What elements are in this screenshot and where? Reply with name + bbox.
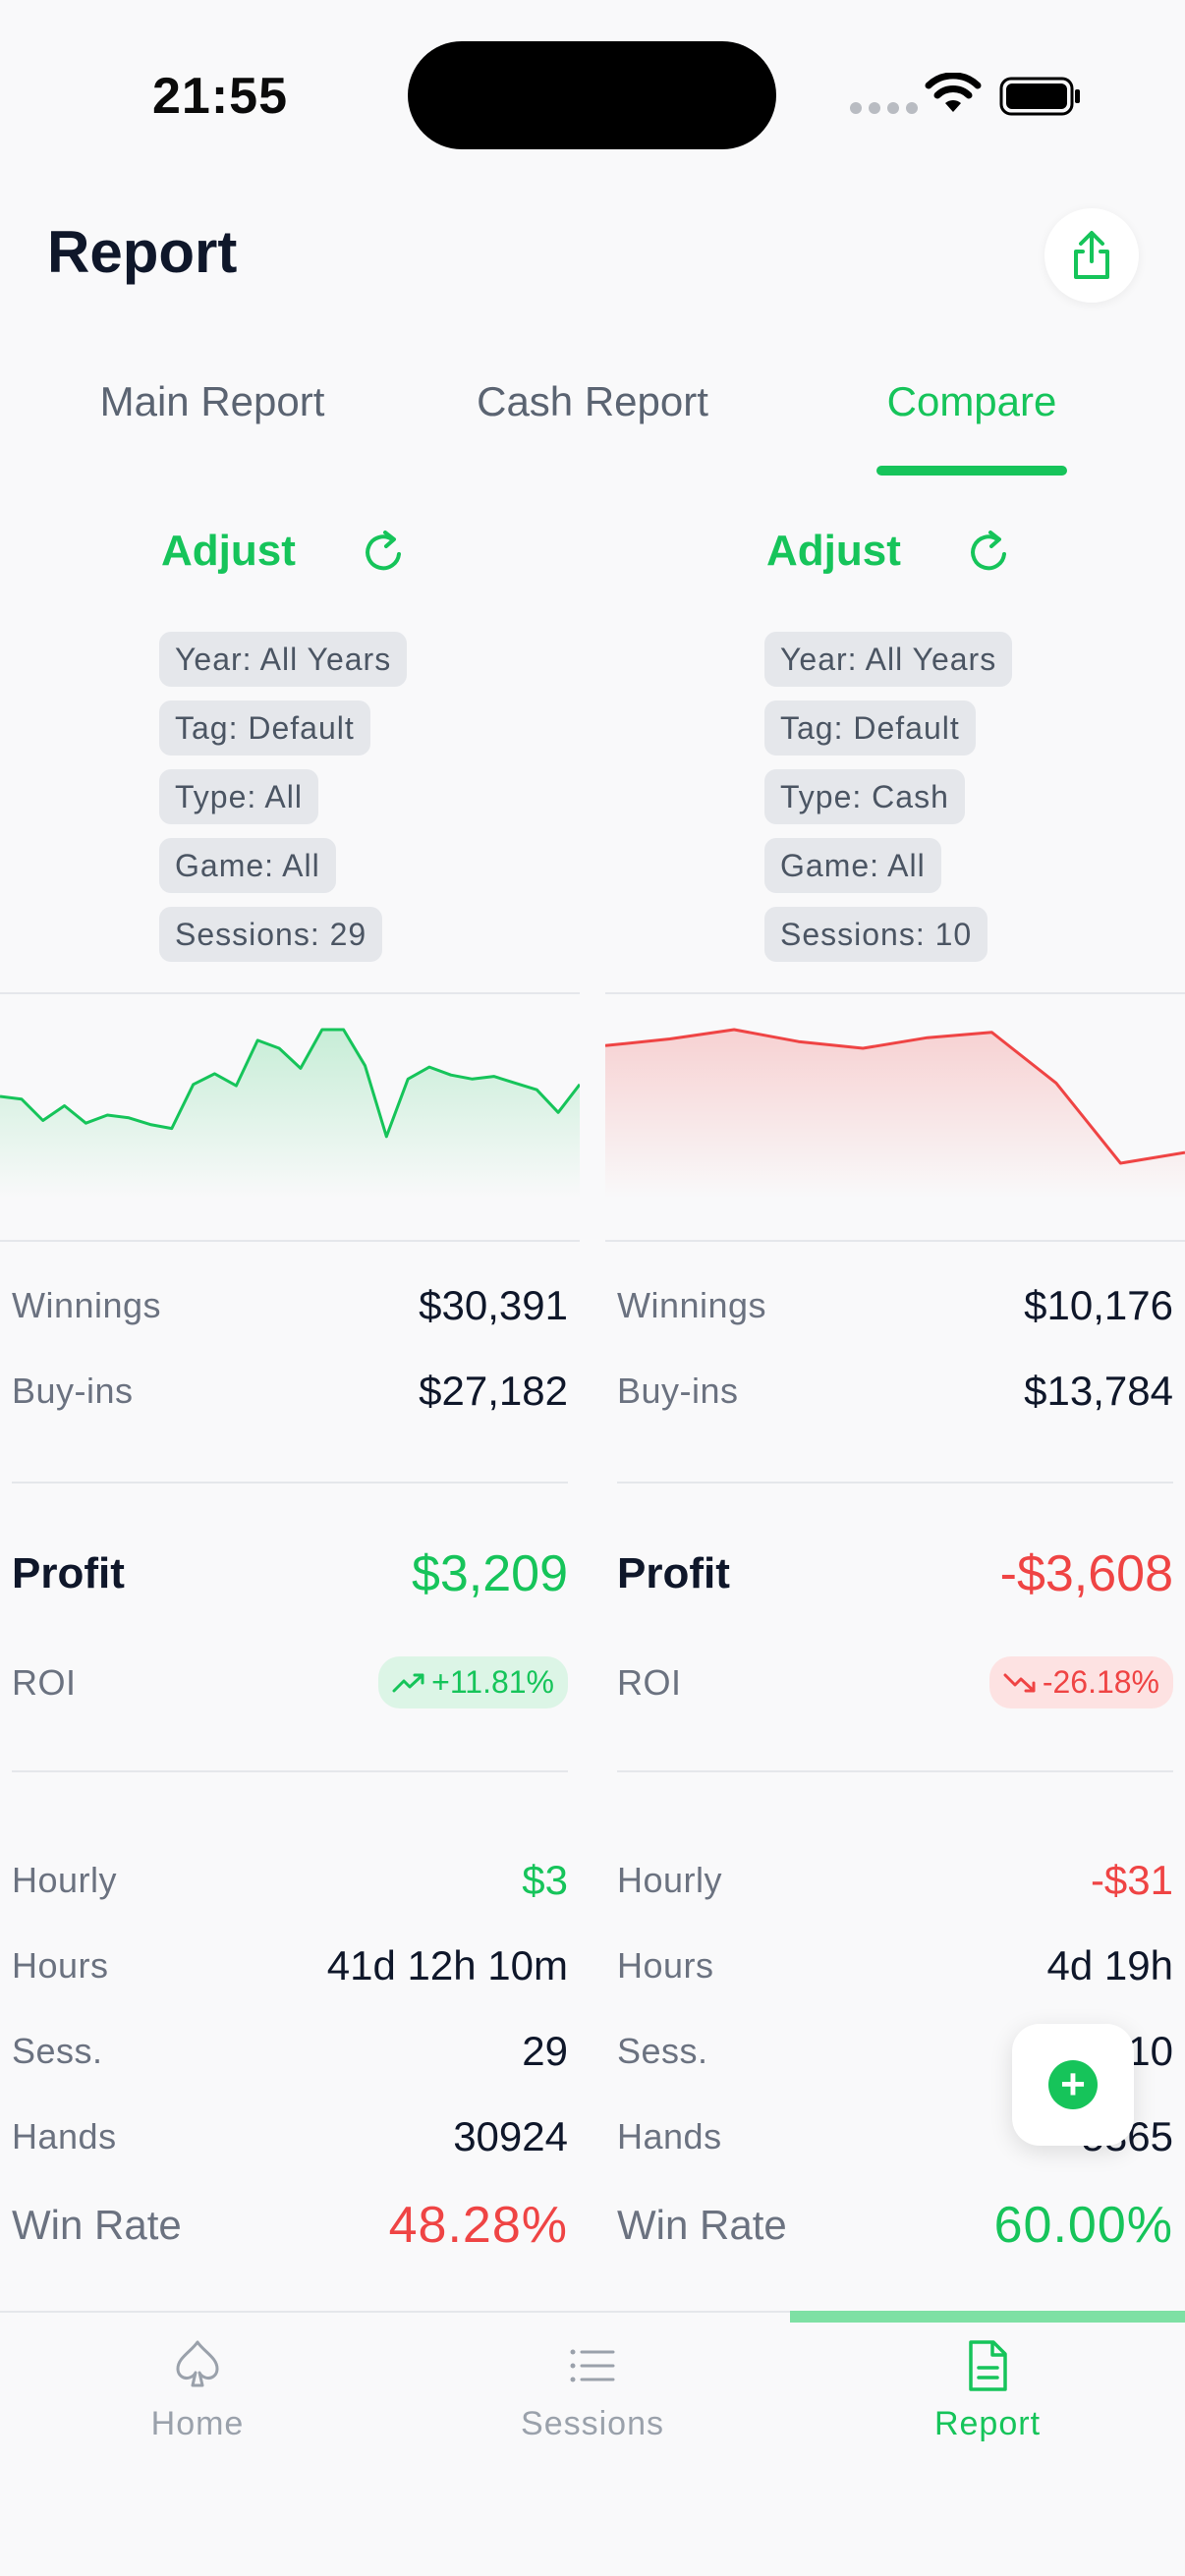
buyins-value: $27,182 (419, 1368, 568, 1414)
nav-sessions-label: Sessions (521, 2405, 664, 2442)
nav-report-label: Report (933, 2405, 1042, 2442)
profit-trend-chart (605, 1028, 1185, 1199)
refresh-icon[interactable] (360, 527, 407, 578)
adjust-button[interactable]: Adjust (766, 527, 901, 576)
spade-icon (176, 2340, 219, 2387)
roi-badge: -26.18% (988, 1656, 1173, 1708)
hours-label: Hours (12, 1945, 109, 1986)
winnings-label: Winnings (12, 1285, 162, 1325)
filter-chip-tag[interactable]: Tag: Default (159, 700, 370, 756)
winnings-value: $10,176 (1024, 1282, 1173, 1328)
status-time: 21:55 (152, 68, 288, 125)
hands-value: 30924 (453, 2113, 568, 2159)
hourly-label: Hourly (617, 1860, 723, 1900)
share-button[interactable] (1044, 208, 1139, 303)
sessions-count-value: 10 (1127, 2028, 1173, 2074)
compare-column-left: Adjust Year: All Years Tag: Default Type… (0, 491, 580, 2309)
hands-label: Hands (617, 2116, 722, 2156)
hours-label: Hours (617, 1945, 714, 1986)
page-title: Report (47, 219, 238, 285)
profit-value: -$3,608 (999, 1545, 1173, 1602)
win-rate-label: Win Rate (12, 2202, 182, 2248)
nav-home-label: Home (150, 2405, 245, 2442)
sessions-count-label: Sess. (12, 2031, 103, 2071)
adjust-button[interactable]: Adjust (161, 527, 296, 576)
filter-chips: Year: All Years Tag: Default Type: All G… (159, 632, 408, 962)
hourly-value: $3 (522, 1857, 568, 1903)
chart-area (0, 1030, 580, 1199)
tab-cash-report[interactable]: Cash Report (396, 378, 789, 425)
battery-icon (999, 77, 1080, 116)
share-icon (1074, 231, 1109, 279)
filter-chip-year[interactable]: Year: All Years (764, 632, 1013, 687)
filter-chip-type[interactable]: Type: All (159, 769, 318, 824)
hourly-label: Hourly (12, 1860, 118, 1900)
filter-chip-game[interactable]: Game: All (159, 838, 336, 893)
roi-value: +11.81% (431, 1664, 554, 1700)
tab-bar-active-indicator (790, 2311, 1185, 2323)
trending-up-icon (392, 1673, 424, 1692)
win-rate-value: 60.00% (993, 2197, 1173, 2254)
tab-main-report[interactable]: Main Report (16, 378, 409, 425)
profit-label: Profit (617, 1549, 730, 1597)
filter-chip-type[interactable]: Type: Cash (764, 769, 965, 824)
profit-trend-chart (0, 1028, 580, 1199)
roi-label: ROI (617, 1661, 682, 1703)
sessions-count-value: 29 (522, 2028, 568, 2074)
roi-value: -26.18% (1042, 1664, 1159, 1700)
filter-chip-game[interactable]: Game: All (764, 838, 941, 893)
chart-area (605, 1030, 1185, 1199)
profit-value: $3,209 (411, 1545, 568, 1602)
buyins-label: Buy-ins (12, 1371, 134, 1411)
plus-icon: + (1048, 2060, 1098, 2109)
win-rate-label: Win Rate (617, 2202, 787, 2248)
nav-home[interactable]: Home (0, 2338, 395, 2443)
document-icon (969, 2340, 1007, 2391)
roi-label: ROI (12, 1661, 77, 1703)
dynamic-island (408, 41, 776, 149)
profit-label: Profit (12, 1549, 125, 1597)
roi-badge: +11.81% (378, 1656, 568, 1708)
tab-compare[interactable]: Compare (775, 378, 1168, 425)
nav-sessions[interactable]: Sessions (395, 2338, 790, 2443)
hours-value: 41d 12h 10m (326, 1942, 568, 1988)
filter-chip-sessions[interactable]: Sessions: 29 (159, 907, 383, 962)
hours-value: 4d 19h (1046, 1942, 1173, 1988)
filter-chip-tag[interactable]: Tag: Default (764, 700, 976, 756)
active-tab-indicator (876, 466, 1067, 476)
hourly-value: -$31 (1090, 1857, 1173, 1903)
nav-report[interactable]: Report (790, 2338, 1185, 2443)
winnings-label: Winnings (617, 1285, 767, 1325)
win-rate-value: 48.28% (388, 2197, 568, 2254)
buyins-label: Buy-ins (617, 1371, 739, 1411)
buyins-value: $13,784 (1024, 1368, 1173, 1414)
list-icon (570, 2349, 615, 2382)
sessions-count-label: Sess. (617, 2031, 708, 2071)
winnings-value: $30,391 (419, 1282, 568, 1328)
wifi-icon (925, 73, 982, 112)
hands-label: Hands (12, 2116, 117, 2156)
trending-down-icon (1003, 1673, 1036, 1692)
filter-chip-year[interactable]: Year: All Years (159, 632, 408, 687)
filter-chip-sessions[interactable]: Sessions: 10 (764, 907, 988, 962)
refresh-icon[interactable] (965, 527, 1012, 578)
add-session-button[interactable]: + (1012, 2024, 1134, 2146)
filter-chips: Year: All Years Tag: Default Type: Cash … (764, 632, 1013, 962)
cellular-signal-icon (850, 102, 918, 114)
